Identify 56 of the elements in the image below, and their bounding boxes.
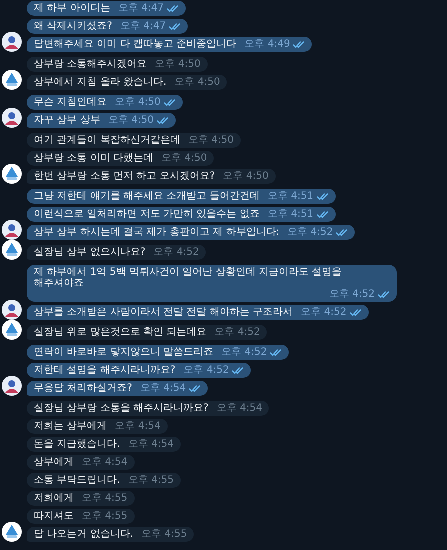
message-text: 저한테 설명을 해주시라니까요? — [34, 365, 176, 376]
message-time: 오후 4:55 — [82, 493, 128, 504]
message-text: 소통 부탁드립니다. — [34, 475, 120, 486]
message-time: 오후 4:50 — [223, 171, 269, 182]
message-text: 답 나오는거 없습니다. — [34, 529, 134, 540]
message-time: 오후 4:54 — [115, 421, 161, 432]
message-time: 오후 4:50 — [115, 97, 161, 108]
message-text: 자꾸 상부 상부 — [34, 115, 100, 126]
message-text: 이런식으로 일처리하면 저도 가만히 있을수는 없죠 — [34, 209, 260, 220]
message-time: 오후 4:50 — [188, 135, 234, 146]
message-text: 한번 상부랑 소통 먼저 하고 오시겠어요? — [34, 171, 216, 182]
message-time: 오후 4:54 — [140, 383, 186, 394]
message-text: 따지셔도 — [34, 511, 74, 522]
message-text: 무슨 지침인데요 — [34, 97, 108, 108]
message-text: 무응답 처리하실거죠? — [34, 383, 132, 394]
message-time: 오후 4:52 — [288, 227, 334, 238]
message-time: 오후 4:52 — [154, 247, 200, 258]
message-text: 상부랑 소통해주시겠어요 — [34, 59, 148, 70]
message-time: 오후 4:50 — [162, 153, 208, 164]
message-text: 그냥 저한테 얘기를 해주세요 소개받고 들어간건데 — [34, 191, 260, 202]
message-time: 오후 4:54 — [82, 457, 128, 468]
message-text: 저희에게 — [34, 493, 74, 504]
message-time: 오후 4:52 — [222, 347, 268, 358]
message-text: 상부를 소개받은 사람이라서 전달 전달 해야하는 구조라서 — [34, 307, 294, 318]
message-time: 오후 4:51 — [268, 209, 314, 220]
message-time: 오후 4:55 — [82, 511, 128, 522]
message-time: 오후 4:50 — [108, 115, 154, 126]
message-text: 돈을 지급했습니다. — [34, 439, 120, 450]
message-text: 연락이 바로바로 닿지않으니 말씀드리죠 — [34, 347, 214, 358]
message-text: 상부 상부 하시는데 결국 제가 총판이고 제 하부입니다: — [34, 227, 280, 238]
message-time: 오후 4:55 — [128, 475, 174, 486]
message-text: 여기 관계들이 복잡하신거같은데 — [34, 135, 180, 146]
message-time: 오후 4:47 — [118, 3, 164, 14]
message-time: 오후 4:54 — [216, 403, 262, 414]
message-text: 실장님 상부랑 소통을 해주시라니까요? — [34, 403, 209, 414]
message-text: 왜 삭제시키셨죠? — [34, 21, 112, 32]
message-time: 오후 4:47 — [120, 21, 166, 32]
message-time: 오후 4:49 — [244, 39, 290, 50]
message-text: 상부에게 — [34, 457, 74, 468]
message-time: 오후 4:52 — [184, 365, 230, 376]
message-time: 오후 4:54 — [128, 439, 174, 450]
message-text: 제 하부 아이디는 — [34, 3, 110, 14]
message-time: 오후 4:55 — [142, 529, 188, 540]
message-text: 상부랑 소통 이미 다했는데 — [34, 153, 154, 164]
message-time: 오후 4:51 — [268, 191, 314, 202]
message-text: 상부에서 지침 올라 왔습니다. — [34, 77, 167, 88]
message-time: 오후 4:50 — [155, 59, 201, 70]
message-time: 오후 4:50 — [174, 77, 220, 88]
message-text: 저희는 상부에게 — [34, 421, 108, 432]
message-time: 오후 4:52 — [329, 289, 375, 300]
message-text: 실장님 상부 없으시나요? — [34, 247, 146, 258]
message-text: 답변해주세요 이미 다 캡따놓고 준비중입니다 — [34, 39, 237, 50]
message-time: 오후 4:52 — [301, 307, 347, 318]
message-text: 실장님 위로 많은것으로 확인 되는데요 — [34, 327, 207, 338]
message-text: 제 하부에서 1억 5백 먹튀사건이 일어난 상황인데 지금이라도 설명을 해주셔야죠 — [34, 267, 344, 289]
message-time: 오후 4:52 — [214, 327, 260, 338]
